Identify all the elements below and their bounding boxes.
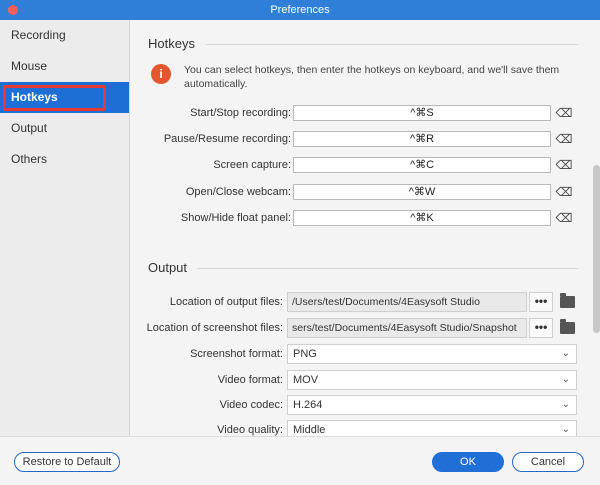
- select-value: H.264: [293, 399, 323, 411]
- section-divider: [197, 268, 578, 269]
- hotkey-label: Pause/Resume recording:: [163, 133, 291, 145]
- video-quality-select[interactable]: Middle ⌄: [287, 420, 577, 436]
- screenshot-format-row: Screenshot format: PNG ⌄: [131, 344, 591, 364]
- hotkey-input[interactable]: ^⌘R: [293, 131, 551, 147]
- hotkey-input[interactable]: ^⌘W: [293, 184, 551, 200]
- hotkeys-section-title: Hotkeys: [148, 36, 195, 51]
- hotkey-input[interactable]: ^⌘C: [293, 157, 551, 173]
- hotkey-row-webcam: Open/Close webcam: ^⌘W ⌫: [131, 184, 591, 202]
- sidebar-item-label: Mouse: [11, 59, 48, 73]
- hotkey-label: Screen capture:: [213, 159, 291, 171]
- info-icon: i: [151, 64, 171, 84]
- chevron-down-icon: ⌄: [561, 399, 570, 410]
- output-files-path[interactable]: /Users/test/Documents/4Easysoft Studio: [287, 292, 527, 312]
- output-section-title: Output: [148, 260, 188, 275]
- clear-icon[interactable]: ⌫: [555, 158, 573, 172]
- screenshot-format-select[interactable]: PNG ⌄: [287, 344, 577, 364]
- video-format-select[interactable]: MOV ⌄: [287, 370, 577, 390]
- restore-default-button[interactable]: Restore to Default: [14, 452, 120, 472]
- sidebar-item-label: Recording: [11, 28, 66, 42]
- screenshot-files-row: Location of screenshot files: sers/test/…: [131, 318, 591, 338]
- chevron-down-icon: ⌄: [561, 424, 570, 435]
- cancel-button[interactable]: Cancel: [512, 452, 584, 472]
- select-value: PNG: [293, 348, 317, 360]
- sidebar-item-others[interactable]: Others: [0, 144, 129, 175]
- sidebar: Recording Mouse Hotkeys Output Others: [0, 20, 130, 436]
- settings-panel: Hotkeys i You can select hotkeys, then e…: [131, 20, 600, 436]
- video-codec-select[interactable]: H.264 ⌄: [287, 395, 577, 415]
- hotkey-input[interactable]: ^⌘S: [293, 105, 551, 121]
- video-format-label: Video format:: [217, 374, 283, 386]
- screenshot-files-path[interactable]: sers/test/Documents/4Easysoft Studio/Sna…: [287, 318, 527, 338]
- hotkey-label: Open/Close webcam:: [185, 186, 291, 198]
- folder-icon[interactable]: [560, 293, 575, 308]
- hotkey-row-pause-resume: Pause/Resume recording: ^⌘R ⌫: [131, 131, 591, 149]
- chevron-down-icon: ⌄: [561, 374, 570, 385]
- sidebar-item-output[interactable]: Output: [0, 113, 129, 144]
- selection-highlight-box: [3, 85, 106, 111]
- output-files-row: Location of output files: /Users/test/Do…: [131, 292, 591, 312]
- window-title: Preferences: [270, 4, 330, 16]
- select-value: MOV: [293, 374, 319, 386]
- ok-button[interactable]: OK: [432, 452, 504, 472]
- hotkey-row-start-stop: Start/Stop recording: ^⌘S ⌫: [131, 105, 591, 123]
- video-quality-row: Video quality: Middle ⌄: [131, 420, 591, 436]
- sidebar-item-hotkeys[interactable]: Hotkeys: [0, 82, 129, 113]
- video-quality-label: Video quality:: [217, 424, 283, 436]
- hotkeys-info-text: You can select hotkeys, then enter the h…: [184, 64, 560, 90]
- clear-icon[interactable]: ⌫: [555, 211, 573, 225]
- video-codec-label: Video codec:: [219, 399, 283, 411]
- clear-icon[interactable]: ⌫: [555, 132, 573, 146]
- hotkey-label: Start/Stop recording:: [190, 107, 291, 119]
- chevron-down-icon: ⌄: [561, 348, 570, 359]
- hotkey-label: Show/Hide float panel:: [180, 212, 291, 224]
- folder-icon[interactable]: [560, 319, 575, 334]
- screenshot-format-label: Screenshot format:: [190, 348, 283, 360]
- clear-icon[interactable]: ⌫: [555, 106, 573, 120]
- output-files-label: Location of output files:: [169, 296, 283, 308]
- sidebar-item-mouse[interactable]: Mouse: [0, 51, 129, 82]
- video-format-row: Video format: MOV ⌄: [131, 370, 591, 390]
- vertical-scrollbar[interactable]: [593, 165, 600, 333]
- hotkey-row-screen-capture: Screen capture: ^⌘C ⌫: [131, 157, 591, 175]
- screenshot-files-label: Location of screenshot files:: [146, 322, 283, 334]
- close-window-button[interactable]: [8, 5, 18, 15]
- video-codec-row: Video codec: H.264 ⌄: [131, 395, 591, 415]
- sidebar-item-label: Others: [11, 152, 48, 166]
- title-bar: Preferences: [0, 0, 600, 20]
- section-divider: [206, 44, 578, 45]
- sidebar-item-label: Output: [11, 121, 48, 135]
- hotkey-input[interactable]: ^⌘K: [293, 210, 551, 226]
- hotkey-row-float-panel: Show/Hide float panel: ^⌘K ⌫: [131, 210, 591, 228]
- browse-screenshot-button[interactable]: •••: [529, 318, 553, 338]
- select-value: Middle: [293, 424, 326, 436]
- clear-icon[interactable]: ⌫: [555, 185, 573, 199]
- sidebar-item-recording[interactable]: Recording: [0, 20, 129, 51]
- browse-output-button[interactable]: •••: [529, 292, 553, 312]
- footer-bar: Restore to Default OK Cancel: [0, 436, 600, 485]
